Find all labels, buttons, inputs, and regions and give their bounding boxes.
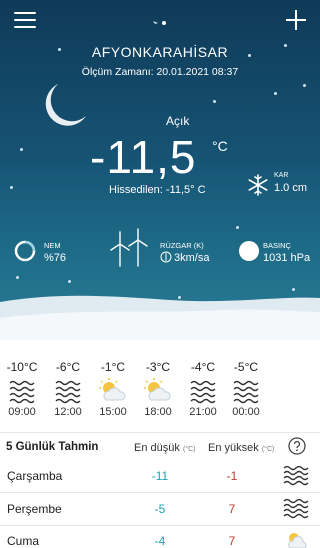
wind-label: RÜZGAR (K) bbox=[160, 241, 204, 250]
temperature-unit: °C bbox=[212, 138, 228, 154]
hourly-forecast: -10°C 09:00 -6°C 12:00 -1°C 15:00 -3°C 1… bbox=[0, 360, 320, 424]
wind-turbine-icon bbox=[110, 228, 148, 267]
snow-label: KAR bbox=[274, 172, 289, 179]
moon-icon bbox=[45, 84, 86, 126]
hourly-time: 21:00 bbox=[189, 406, 217, 418]
location-arrow-icon bbox=[153, 21, 166, 25]
forecast-high: 7 bbox=[228, 534, 236, 548]
hourly-time: 12:00 bbox=[54, 406, 82, 418]
low-column-header: En düşük (°C) bbox=[134, 442, 195, 454]
hourly-temp: -10°C bbox=[6, 360, 38, 374]
hourly-item[interactable]: -6°C 12:00 bbox=[48, 360, 88, 418]
forecast-low: -4 bbox=[154, 534, 166, 548]
feels-like: Hissedilen: -11,5° C bbox=[109, 184, 206, 196]
hourly-temp: -3°C bbox=[145, 360, 171, 374]
high-label: En yüksek bbox=[208, 442, 259, 454]
forecast-high: 7 bbox=[228, 502, 236, 516]
star bbox=[68, 280, 71, 283]
condition-label: Açık bbox=[166, 114, 190, 128]
fog-icon bbox=[183, 376, 223, 406]
pressure-label: BASINÇ bbox=[263, 241, 291, 250]
forecast-high: -1 bbox=[226, 469, 238, 483]
menu-icon[interactable] bbox=[14, 12, 36, 30]
low-unit: (°C) bbox=[182, 446, 196, 453]
star bbox=[10, 186, 13, 189]
snowy-hills-illustration bbox=[0, 295, 320, 340]
hourly-item[interactable]: -10°C 09:00 bbox=[2, 360, 42, 418]
current-temperature: -11,5 bbox=[90, 131, 197, 183]
partly-cloudy-icon bbox=[288, 533, 307, 548]
star bbox=[20, 148, 23, 151]
star bbox=[213, 100, 216, 103]
hourly-time: 00:00 bbox=[232, 406, 260, 418]
fog-icon bbox=[226, 376, 266, 406]
divider bbox=[0, 525, 320, 526]
hourly-item[interactable]: -5°C 00:00 bbox=[226, 360, 266, 418]
divider bbox=[0, 492, 320, 493]
hourly-temp: -4°C bbox=[190, 360, 216, 374]
divider bbox=[0, 432, 320, 433]
forecast-row[interactable]: Perşembe -5 7 bbox=[0, 498, 320, 534]
feels-like-label: Hissedilen: bbox=[109, 184, 163, 196]
forecast-low: -5 bbox=[154, 502, 166, 516]
snowflake-icon bbox=[248, 174, 268, 196]
fog-icon bbox=[2, 376, 42, 406]
forecast-row[interactable]: Çarşamba -11 -1 bbox=[0, 465, 320, 501]
wind-value: 3km/sa bbox=[174, 252, 210, 264]
hourly-time: 18:00 bbox=[144, 406, 172, 418]
hourly-time: 09:00 bbox=[8, 406, 36, 418]
city-name: AFYONKARAHİSAR bbox=[91, 44, 229, 60]
forecast-row[interactable]: Cuma -4 7 bbox=[0, 533, 320, 548]
star bbox=[236, 226, 239, 229]
high-unit: (°C) bbox=[261, 446, 275, 453]
pressure-value: 1031 hPa bbox=[263, 252, 311, 264]
partly-cloudy-icon bbox=[138, 376, 178, 406]
wind-direction-icon bbox=[160, 251, 172, 263]
add-location-icon[interactable] bbox=[286, 10, 306, 30]
forecast-day: Cuma bbox=[7, 534, 40, 548]
fog-icon bbox=[48, 376, 88, 406]
humidity-icon bbox=[14, 240, 36, 262]
snow-value: 1.0 cm bbox=[274, 182, 308, 194]
forecast-day: Perşembe bbox=[7, 502, 62, 516]
hourly-item[interactable]: -3°C 18:00 bbox=[138, 360, 178, 418]
hourly-temp: -1°C bbox=[100, 360, 126, 374]
weather-hero: AFYONKARAHİSAR Ölçüm Zamanı: 20.01.2021 … bbox=[0, 0, 320, 340]
fog-icon bbox=[283, 465, 309, 486]
forecast-title: 5 Günlük Tahmin bbox=[6, 441, 99, 453]
star bbox=[274, 92, 277, 95]
measurement-time: Ölçüm Zamanı: 20.01.2021 08:37 bbox=[81, 66, 239, 78]
star bbox=[16, 276, 19, 279]
partly-cloudy-icon bbox=[93, 376, 133, 406]
hourly-time: 15:00 bbox=[99, 406, 127, 418]
star bbox=[303, 84, 306, 87]
fog-icon bbox=[283, 498, 309, 519]
hourly-temp: -6°C bbox=[55, 360, 81, 374]
hourly-item[interactable]: -4°C 21:00 bbox=[183, 360, 223, 418]
humidity-value: %76 bbox=[44, 252, 67, 264]
feels-like-value: -11,5° C bbox=[165, 184, 206, 196]
high-column-header: En yüksek (°C) bbox=[208, 442, 274, 454]
forecast-low: -11 bbox=[151, 469, 169, 483]
hourly-temp: -5°C bbox=[233, 360, 259, 374]
forecast-day: Çarşamba bbox=[7, 469, 63, 483]
pressure-icon bbox=[239, 241, 259, 261]
humidity-label: NEM bbox=[44, 241, 61, 250]
hourly-item[interactable]: -1°C 15:00 bbox=[93, 360, 133, 418]
help-icon[interactable] bbox=[288, 437, 306, 455]
low-label: En düşük bbox=[134, 442, 180, 454]
